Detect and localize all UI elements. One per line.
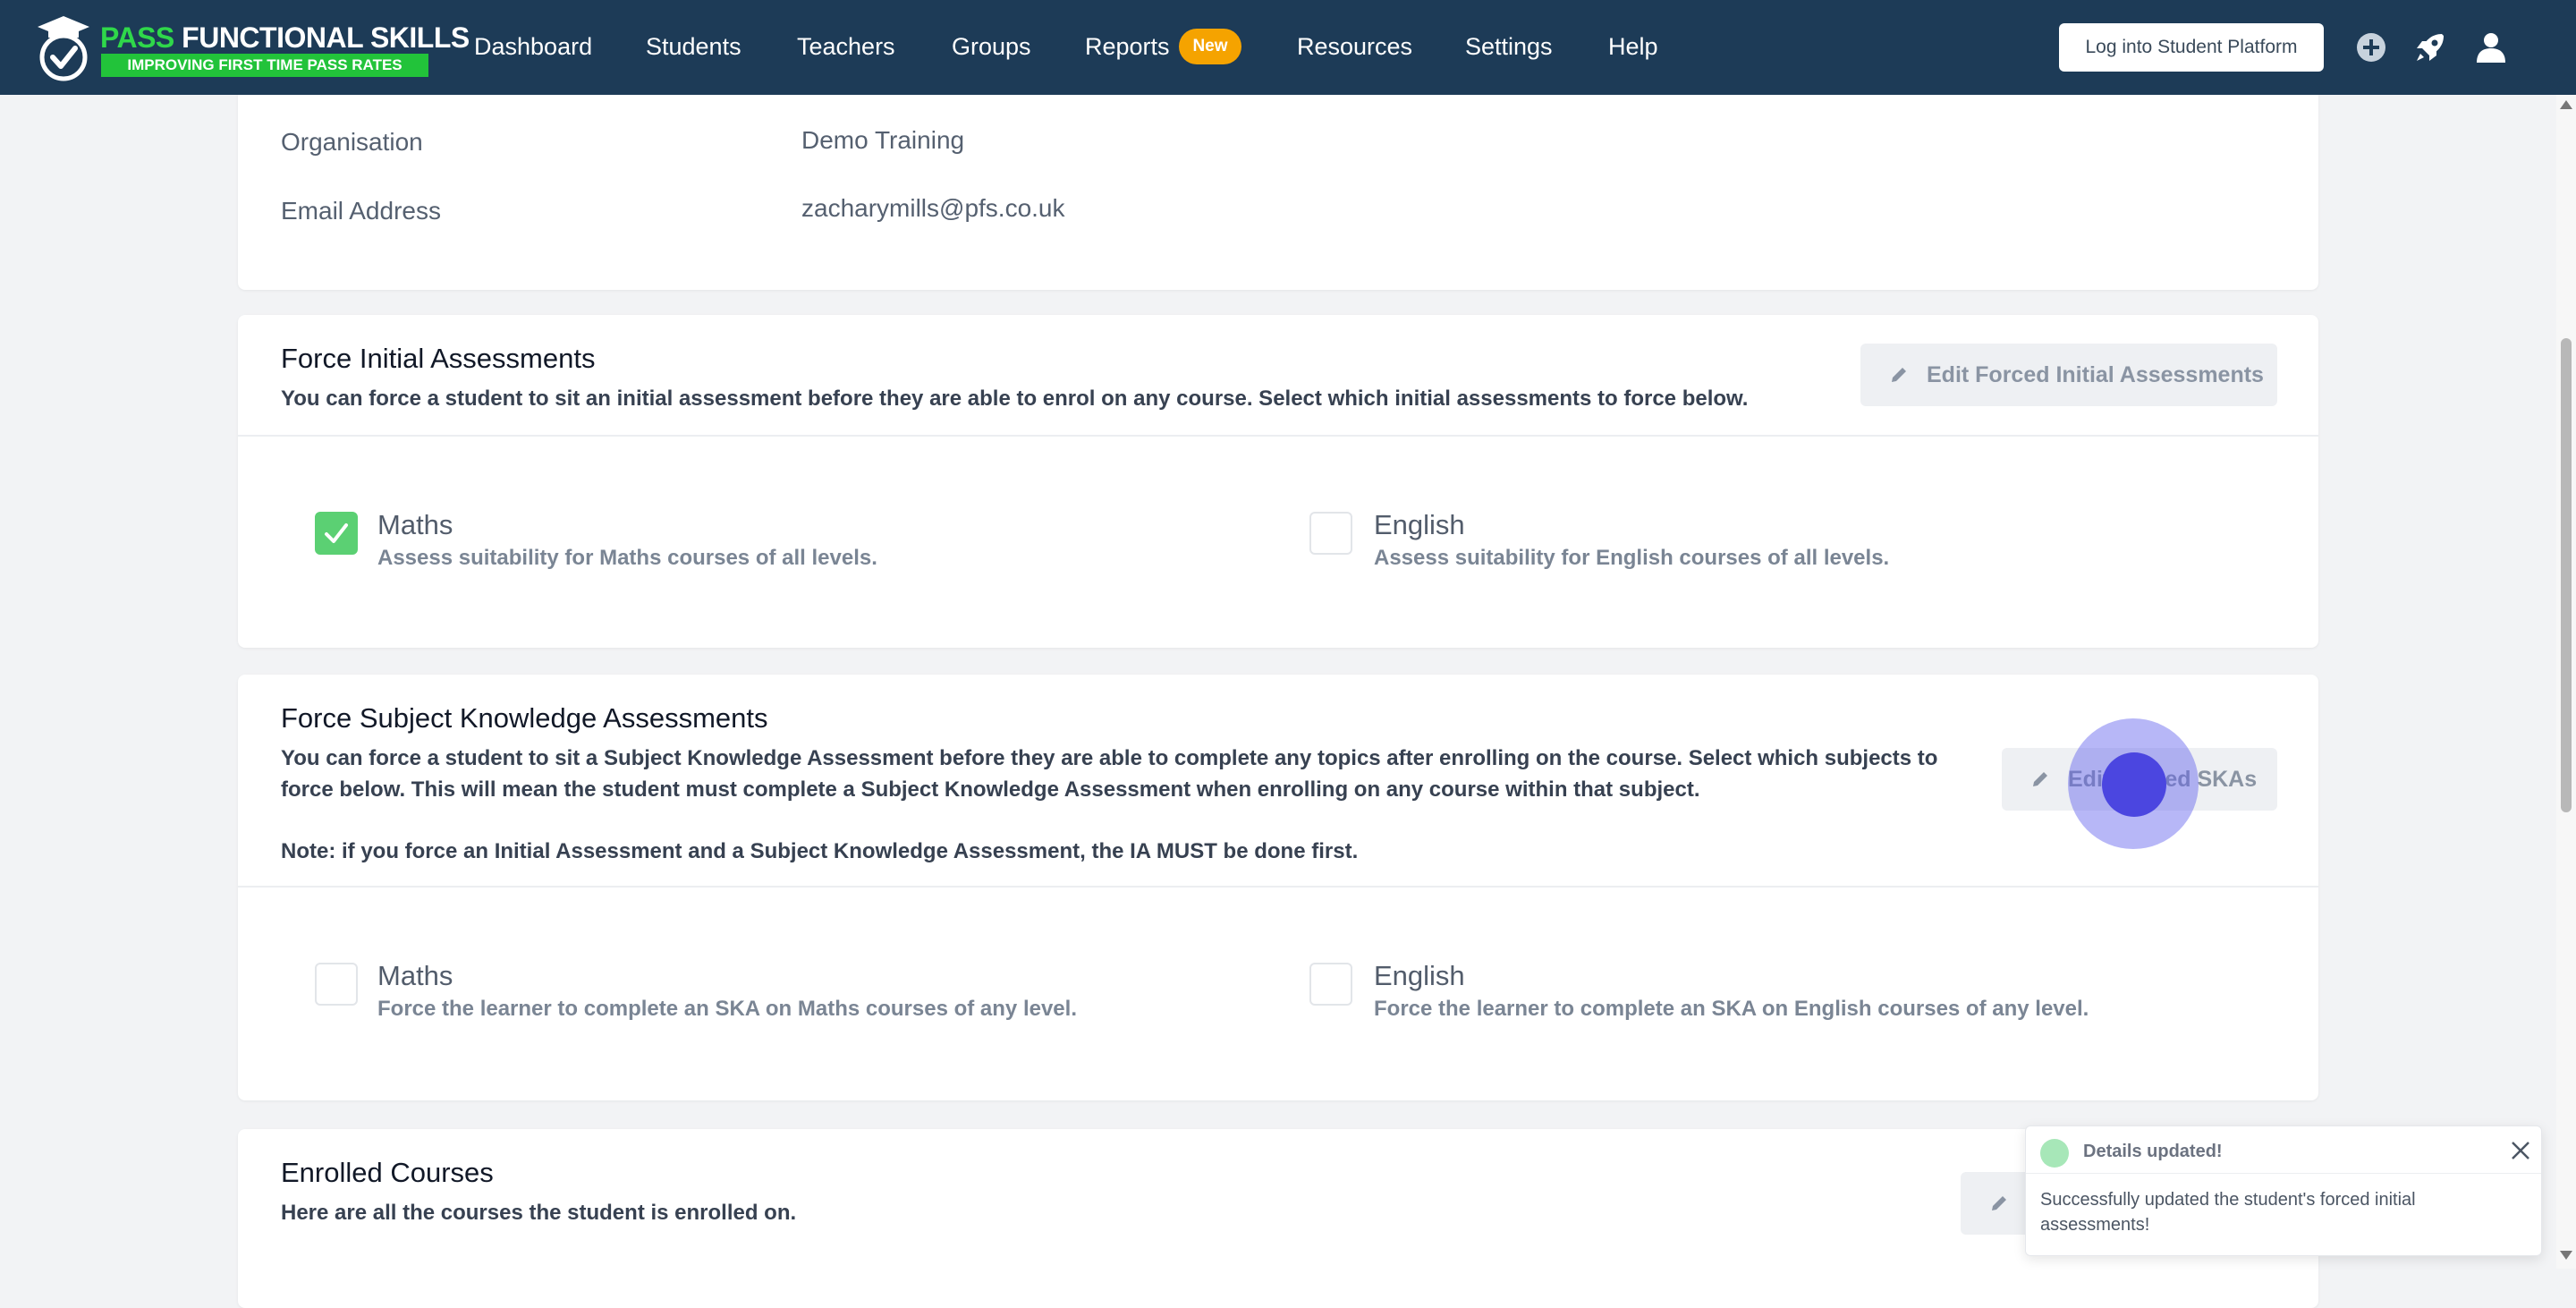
scroll-down-arrow-icon[interactable] [2560,1251,2572,1260]
brand-title-rest: FUNCTIONAL SKILLS [174,21,470,54]
maths-initial-checkbox[interactable] [315,512,358,555]
enrolled-courses-card: Enrolled Courses Here are all the course… [238,1129,2318,1308]
initial-assessments-description: You can force a student to sit an initia… [281,386,1749,411]
nav-groups[interactable]: Groups [952,30,1031,63]
user-icon[interactable] [2472,29,2510,66]
brand-title-pass: PASS [100,21,174,54]
force-ska-card: Force Subject Knowledge Assessments You … [238,675,2318,1100]
nav-teachers[interactable]: Teachers [797,30,895,63]
reports-new-badge: New [1179,29,1241,64]
nav-reports[interactable]: Reports [1085,30,1170,63]
toast-message: Successfully updated the student's force… [2040,1190,2416,1235]
plus-circle-icon[interactable] [2352,29,2390,66]
nav-dashboard[interactable]: Dashboard [474,30,592,63]
edit-forced-initial-assessments-label: Edit Forced Initial Assessments [1927,362,2264,387]
scroll-up-arrow-icon[interactable] [2560,100,2572,109]
ska-description-line1: You can force a student to sit a Subject… [281,746,1938,770]
checkmark-icon [325,523,348,543]
rocket-icon[interactable] [2411,29,2449,66]
organisation-label: Organisation [281,128,423,156]
success-dot-icon [2040,1139,2069,1168]
maths-initial-title: Maths [377,509,453,540]
nav-resources[interactable]: Resources [1297,30,1412,63]
english-initial-checkbox[interactable] [1309,512,1352,555]
english-initial-title: English [1374,509,1465,540]
nav-students[interactable]: Students [646,30,741,63]
english-initial-description: Assess suitability for English courses o… [1374,546,1890,570]
brand-logo[interactable]: PASS FUNCTIONAL SKILLS IMPROVING FIRST T… [36,14,470,82]
maths-ska-description: Force the learner to complete an SKA on … [377,997,1077,1021]
english-ska-title: English [1374,960,1465,991]
nav-help[interactable]: Help [1608,30,1658,63]
ska-note: Note: if you force an Initial Assessment… [281,839,1359,863]
ska-description-line2: force below. This will mean the student … [281,777,1700,802]
pencil-icon [1892,368,1906,382]
maths-ska-checkbox[interactable] [315,963,358,1006]
click-indicator-dot [2102,752,2166,817]
english-ska-description: Force the learner to complete an SKA on … [1374,997,2089,1021]
pencil-icon [2033,772,2047,786]
pencil-icon [1992,1196,2006,1210]
divider [238,886,2318,888]
initial-assessments-title: Force Initial Assessments [281,343,596,374]
details-updated-toast: Details updated! Successfully updated th… [2025,1125,2542,1256]
close-icon[interactable] [2509,1139,2532,1162]
force-initial-assessments-card: Force Initial Assessments You can force … [238,315,2318,648]
edit-forced-initial-assessments-button[interactable]: Edit Forced Initial Assessments [1860,344,2277,406]
english-ska-checkbox[interactable] [1309,963,1352,1006]
organisation-value: Demo Training [801,126,965,154]
enrolled-courses-description: Here are all the courses the student is … [281,1201,797,1225]
ska-title: Force Subject Knowledge Assessments [281,702,768,734]
brand-tagline: IMPROVING FIRST TIME PASS RATES [101,54,428,77]
toast-title: Details updated! [2083,1142,2223,1161]
email-label: Email Address [281,197,441,225]
scrollbar-thumb[interactable] [2561,338,2572,812]
enrolled-courses-title: Enrolled Courses [281,1157,494,1188]
login-student-platform-button[interactable]: Log into Student Platform [2059,23,2324,72]
email-value: zacharymills@pfs.co.uk [801,194,1065,222]
top-navbar: PASS FUNCTIONAL SKILLS IMPROVING FIRST T… [0,0,2576,95]
brand-title: PASS FUNCTIONAL SKILLS [100,21,470,54]
toast-header: Details updated! [2026,1126,2541,1174]
maths-ska-title: Maths [377,960,453,991]
divider [238,435,2318,437]
maths-initial-description: Assess suitability for Maths courses of … [377,546,877,570]
graduation-check-icon [38,16,89,81]
nav-settings[interactable]: Settings [1465,30,1553,63]
student-details-card: Organisation Demo Training Email Address… [238,72,2318,290]
